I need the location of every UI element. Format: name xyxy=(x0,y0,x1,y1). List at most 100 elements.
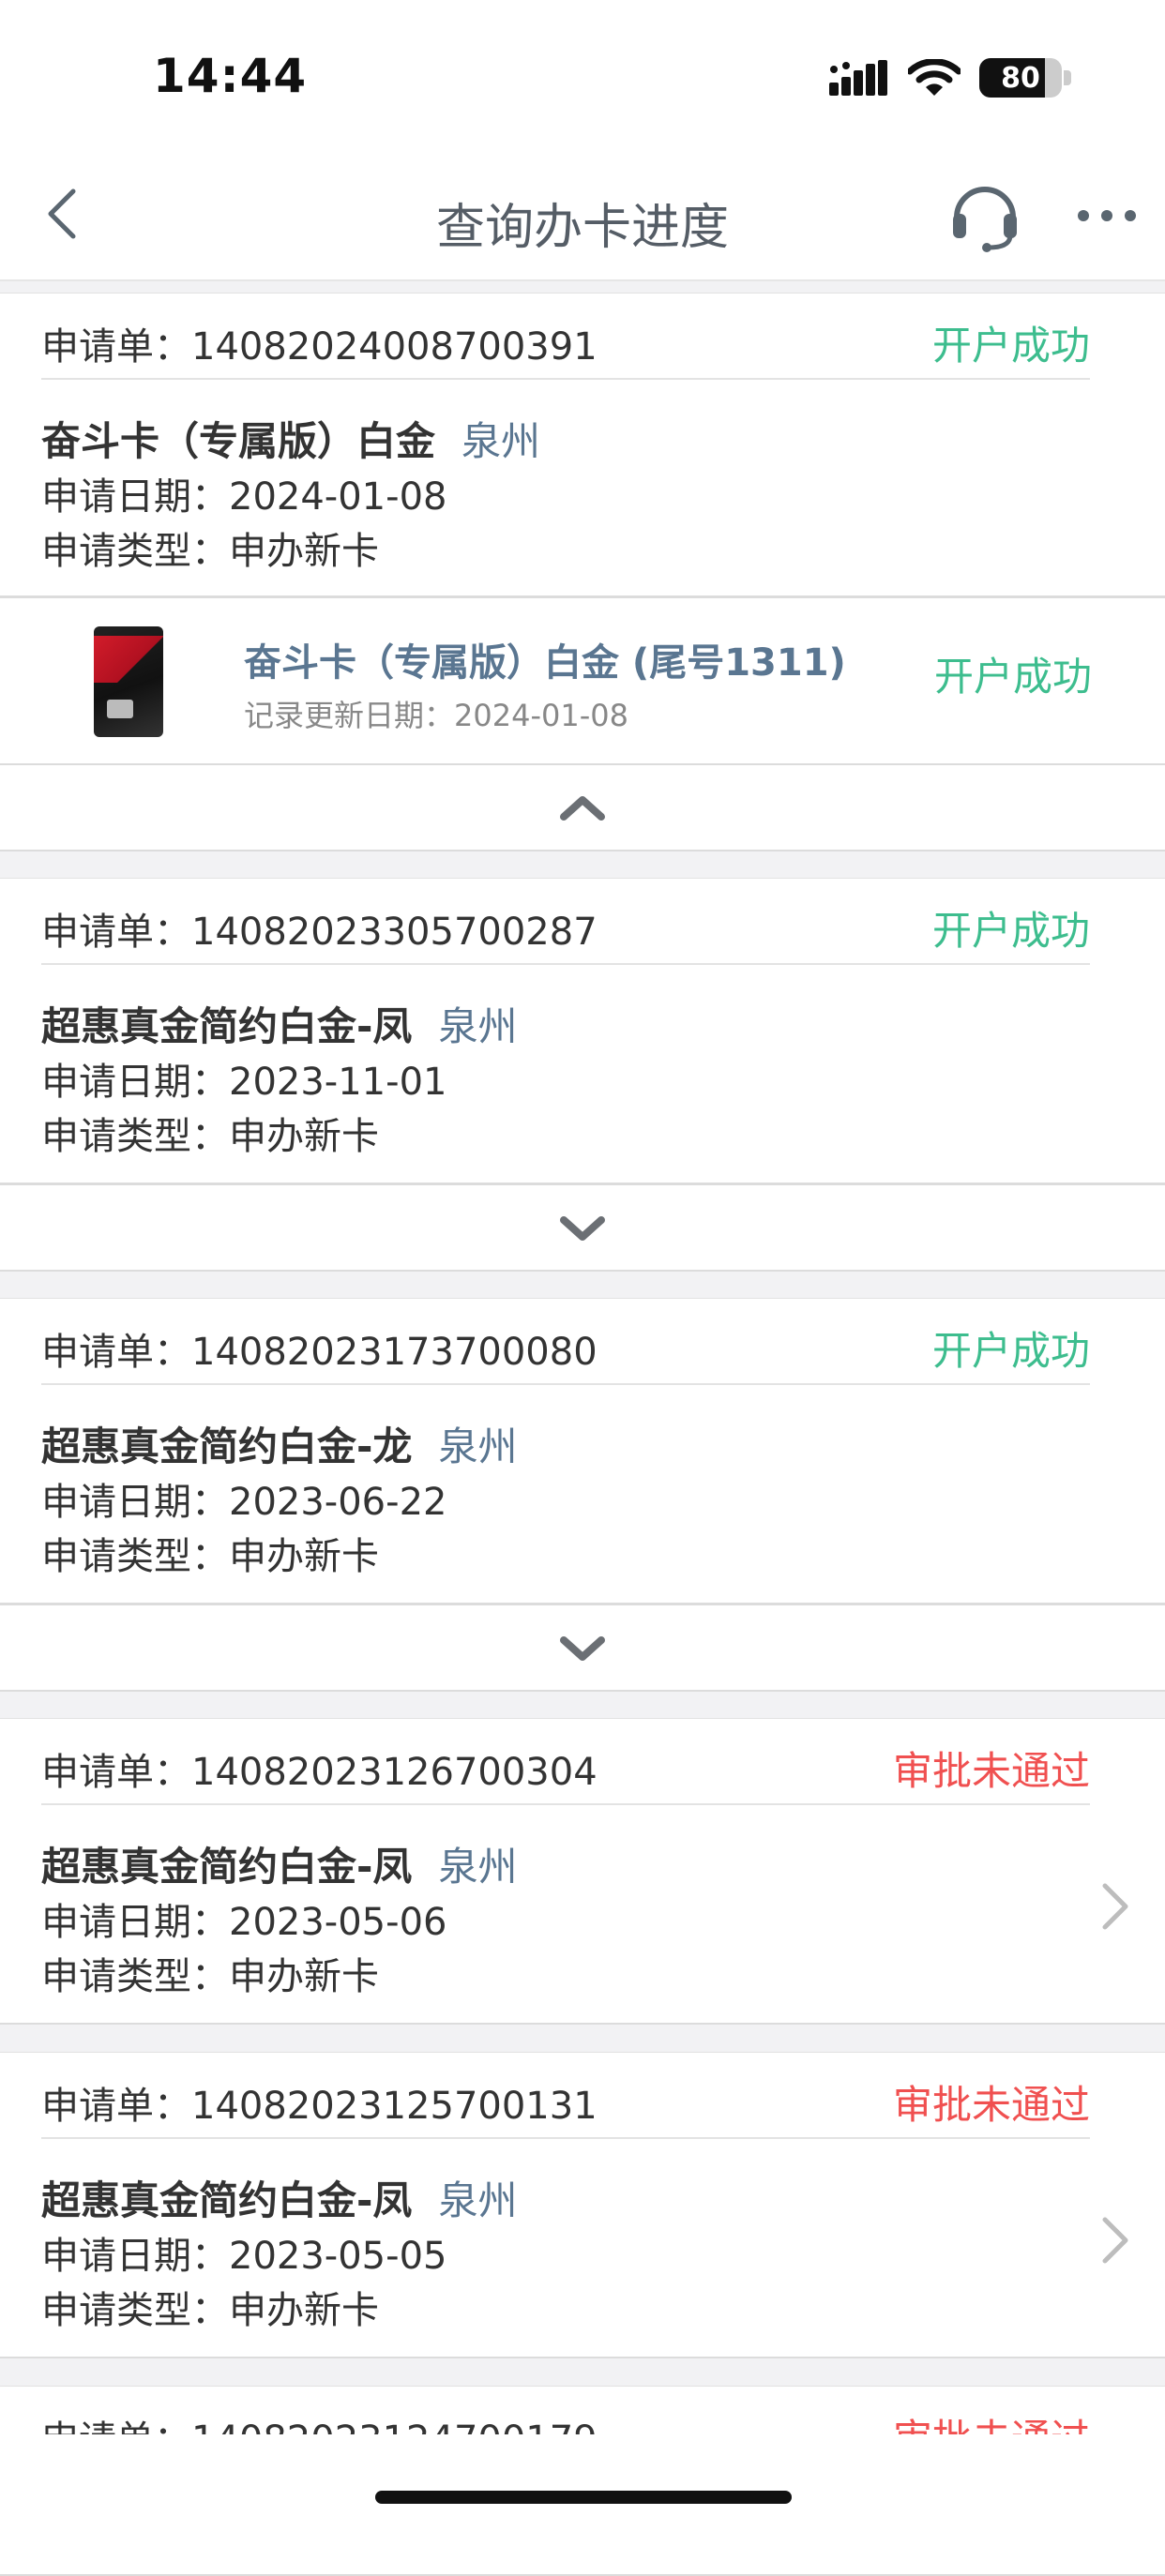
application-card[interactable]: 申请单：14082023125700131 审批未通过 超惠真金简约白金-凤 泉州… xyxy=(0,2052,1165,2358)
collapse-toggle[interactable] xyxy=(0,763,1165,851)
application-number: 申请单：14082023125700131 xyxy=(41,2075,598,2130)
apply-date-label: 申请日期： xyxy=(41,1061,229,1104)
record-update-date: 记录更新日期：2024-01-08 xyxy=(244,692,628,735)
application-card: 申请单：14082023173700080 开户成功 超惠真金简约白金-龙 泉州 … xyxy=(0,1298,1165,1604)
apply-type-value: 申办新卡 xyxy=(229,1115,379,1158)
application-header: 申请单：14082023126700304 审批未通过 xyxy=(41,1719,1090,1805)
battery-icon: 80 xyxy=(979,58,1062,98)
more-dots-icon[interactable] xyxy=(1074,192,1140,239)
issued-card-item[interactable]: 奋斗卡（专属版）白金 (尾号1311) 记录更新日期：2024-01-08 开户… xyxy=(0,596,1165,765)
status-badge: 开户成功 xyxy=(931,908,1090,954)
apply-date-line: 申请日期：2023-05-06 xyxy=(41,1891,446,1946)
signal-icon xyxy=(829,60,887,96)
application-number: 申请单：14082023126700304 xyxy=(41,1741,598,1796)
status-badge: 审批未通过 xyxy=(892,2082,1090,2128)
chevron-up-icon xyxy=(560,796,605,821)
apply-date-value: 2023-11-01 xyxy=(229,1061,447,1104)
apply-date-label: 申请日期： xyxy=(41,475,229,519)
status-badge: 开户成功 xyxy=(931,1328,1090,1374)
card-name-text: 超惠真金简约白金-龙 xyxy=(41,1424,413,1469)
record-update-value: 2024-01-08 xyxy=(454,698,628,733)
apply-type-line: 申请类型：申办新卡 xyxy=(41,1946,379,2000)
chevron-right-icon xyxy=(1102,1883,1128,1930)
card-city: 泉州 xyxy=(438,1844,518,1890)
application-number-label: 申请单： xyxy=(41,1751,191,1794)
apply-type-value: 申办新卡 xyxy=(229,1955,379,1998)
application-number: 申请单：14082024008700391 xyxy=(41,316,598,370)
card-product-name: 奋斗卡（专属版）白金 泉州 xyxy=(41,410,540,467)
apply-type-value: 申办新卡 xyxy=(229,1535,379,1578)
application-header: 申请单：14082023125700131 审批未通过 xyxy=(41,2053,1090,2139)
expand-toggle[interactable] xyxy=(0,1183,1165,1272)
status-time: 14:44 xyxy=(153,49,308,103)
wifi-icon xyxy=(908,59,961,96)
apply-date-value: 2024-01-08 xyxy=(229,475,447,519)
nav-bar: 查询办卡进度 xyxy=(0,150,1165,281)
application-number: 申请单：14082023173700080 xyxy=(41,1321,598,1376)
apply-date-label: 申请日期： xyxy=(41,1481,229,1524)
application-card[interactable]: 申请单：14082023126700304 审批未通过 超惠真金简约白金-凤 泉州… xyxy=(0,1718,1165,2025)
apply-date-line: 申请日期：2023-11-01 xyxy=(41,1051,446,1106)
application-header: 申请单：14082023173700080 开户成功 xyxy=(41,1299,1090,1385)
card-city: 泉州 xyxy=(438,1003,518,1049)
card-name-text: 超惠真金简约白金-凤 xyxy=(41,1844,413,1890)
headset-icon[interactable] xyxy=(947,178,1022,253)
card-product-name: 超惠真金简约白金-龙 泉州 xyxy=(41,1415,517,1472)
card-thumbnail xyxy=(94,626,163,737)
card-name-text: 奋斗卡（专属版）白金 xyxy=(41,418,436,464)
apply-type-label: 申请类型： xyxy=(41,1115,229,1158)
application-number-value: 14082023126700304 xyxy=(191,1751,598,1794)
card-product-name: 超惠真金简约白金-凤 泉州 xyxy=(41,995,517,1052)
status-icons: 80 xyxy=(829,54,1071,101)
home-indicator-area xyxy=(0,2434,1165,2524)
battery-level: 80 xyxy=(1001,61,1040,95)
application-number-label: 申请单： xyxy=(41,2085,191,2128)
card-name-text: 超惠真金简约白金-凤 xyxy=(41,1003,413,1049)
apply-type-label: 申请类型： xyxy=(41,2289,229,2332)
application-card: 申请单：14082024008700391 开户成功 奋斗卡（专属版）白金 泉州 … xyxy=(0,293,1165,597)
application-number-value: 14082023305700287 xyxy=(191,911,598,954)
home-indicator[interactable] xyxy=(375,2491,792,2504)
apply-date-label: 申请日期： xyxy=(41,1901,229,1944)
apply-type-line: 申请类型：申办新卡 xyxy=(41,1106,379,1160)
application-number-value: 14082023173700080 xyxy=(191,1331,598,1374)
expand-toggle[interactable] xyxy=(0,1604,1165,1692)
application-number: 申请单：14082023305700287 xyxy=(41,901,598,956)
card-city: 泉州 xyxy=(438,2177,518,2223)
record-update-label: 记录更新日期： xyxy=(244,698,455,733)
apply-type-line: 申请类型：申办新卡 xyxy=(41,2280,379,2334)
application-card: 申请单：14082023305700287 开户成功 超惠真金简约白金-凤 泉州 … xyxy=(0,878,1165,1184)
status-badge: 开户成功 xyxy=(931,323,1090,369)
apply-date-value: 2023-05-06 xyxy=(229,1901,447,1944)
card-city: 泉州 xyxy=(438,1424,518,1469)
card-product-name: 超惠真金简约白金-凤 泉州 xyxy=(41,2169,517,2226)
apply-type-line: 申请类型：申办新卡 xyxy=(41,1526,379,1580)
apply-type-label: 申请类型： xyxy=(41,1535,229,1578)
battery-tip xyxy=(1064,70,1071,85)
issued-card-status: 开户成功 xyxy=(933,654,1092,700)
application-number-value: 14082024008700391 xyxy=(191,325,598,369)
apply-type-value: 申办新卡 xyxy=(229,530,379,573)
application-number-value: 14082023125700131 xyxy=(191,2085,598,2128)
status-bar: 14:44 80 xyxy=(0,0,1165,150)
apply-type-label: 申请类型： xyxy=(41,1955,229,1998)
apply-date-value: 2023-05-05 xyxy=(229,2235,447,2278)
card-product-name: 超惠真金简约白金-凤 泉州 xyxy=(41,1835,517,1892)
apply-date-label: 申请日期： xyxy=(41,2235,229,2278)
card-city: 泉州 xyxy=(461,418,541,464)
status-badge: 审批未通过 xyxy=(892,1748,1090,1794)
application-header: 申请单：14082024008700391 开户成功 xyxy=(41,294,1090,380)
chevron-down-icon xyxy=(560,1636,605,1661)
apply-type-line: 申请类型：申办新卡 xyxy=(41,520,379,575)
application-header: 申请单：14082023305700287 开户成功 xyxy=(41,879,1090,965)
application-number-label: 申请单： xyxy=(41,325,191,369)
application-number-label: 申请单： xyxy=(41,1331,191,1374)
apply-date-value: 2023-06-22 xyxy=(229,1481,447,1524)
apply-type-label: 申请类型： xyxy=(41,530,229,573)
apply-date-line: 申请日期：2024-01-08 xyxy=(41,466,446,520)
apply-date-line: 申请日期：2023-05-05 xyxy=(41,2225,446,2280)
application-number-label: 申请单： xyxy=(41,911,191,954)
issued-card-name: 奋斗卡（专属版）白金 (尾号1311) xyxy=(244,641,846,685)
apply-type-value: 申办新卡 xyxy=(229,2289,379,2332)
chevron-right-icon xyxy=(1102,2217,1128,2264)
